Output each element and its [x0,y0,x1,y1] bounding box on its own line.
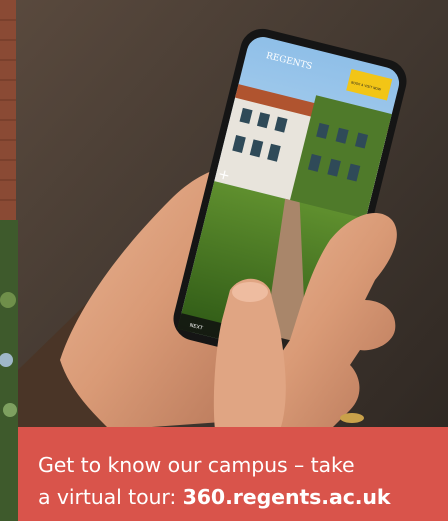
ring [340,413,364,423]
tour-banner: Get to know our campus – take a virtual … [18,427,448,521]
virtual-tour-link[interactable]: 360.regents.ac.uk [183,485,391,509]
foliage [0,220,18,521]
banner-line-1: Get to know our campus – take [38,453,355,477]
banner-line-2: a virtual tour: 360.regents.ac.uk [38,481,438,513]
promo-image: REGENTS BOOK A VISIT NOW NEXT + Get to k… [0,0,448,521]
banner-line-2-prefix: a virtual tour: [38,485,183,509]
